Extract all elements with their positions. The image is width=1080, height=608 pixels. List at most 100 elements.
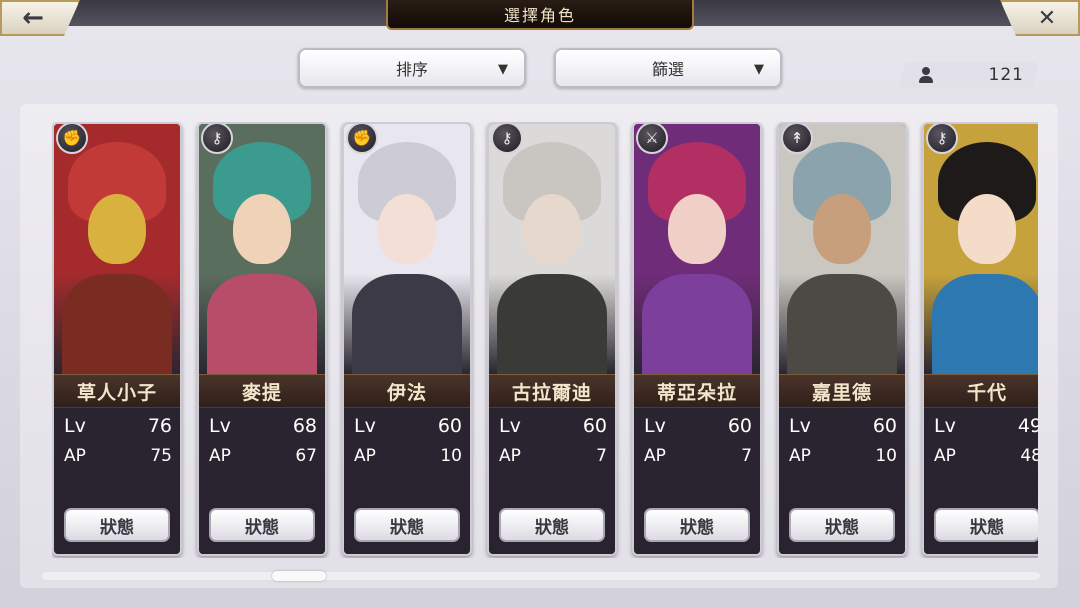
level-row: Lv 68 xyxy=(209,414,317,438)
character-card[interactable]: ↟ 嘉里德 Lv 60 AP 10 狀態 xyxy=(777,122,907,556)
key-icon: ⚷ xyxy=(926,124,958,154)
portrait-face xyxy=(958,194,1016,264)
level-label: Lv xyxy=(64,415,86,437)
portrait-face xyxy=(668,194,726,264)
fist-icon: ✊ xyxy=(56,124,88,154)
status-button[interactable]: 狀態 xyxy=(789,508,895,542)
character-name: 麥提 xyxy=(199,374,325,408)
character-portrait[interactable] xyxy=(489,124,615,374)
portrait-body xyxy=(642,274,752,374)
ap-label: AP xyxy=(64,446,86,466)
ap-label: AP xyxy=(499,446,521,466)
character-card[interactable]: ⚷ 千代 Lv 49 AP 48 狀態 xyxy=(922,122,1038,556)
page-title: 選擇角色 xyxy=(386,0,694,30)
ap-row: AP 7 xyxy=(499,444,607,468)
ap-row: AP 7 xyxy=(644,444,752,468)
character-portrait[interactable] xyxy=(54,124,180,374)
character-portrait[interactable] xyxy=(344,124,470,374)
horizontal-scrollbar[interactable] xyxy=(42,572,1040,580)
level-label: Lv xyxy=(209,415,231,437)
level-label: Lv xyxy=(499,415,521,437)
level-label: Lv xyxy=(789,415,811,437)
character-portrait[interactable] xyxy=(199,124,325,374)
level-label: Lv xyxy=(644,415,666,437)
status-button[interactable]: 狀態 xyxy=(64,508,170,542)
ap-label: AP xyxy=(934,446,956,466)
character-portrait[interactable] xyxy=(634,124,760,374)
character-portrait[interactable] xyxy=(924,124,1038,374)
chevron-down-icon: ▼ xyxy=(498,62,508,77)
character-count: 121 xyxy=(910,62,1030,88)
sort-dropdown[interactable]: 排序 ▼ xyxy=(298,48,526,88)
level-value: 49 xyxy=(1017,415,1038,437)
status-button[interactable]: 狀態 xyxy=(934,508,1038,542)
character-name: 千代 xyxy=(924,374,1038,408)
back-button[interactable]: ← xyxy=(0,0,80,36)
level-value: 76 xyxy=(147,415,172,437)
character-name: 草人小子 xyxy=(54,374,180,408)
status-button[interactable]: 狀態 xyxy=(499,508,605,542)
ap-label: AP xyxy=(789,446,811,466)
chevron-down-icon: ▼ xyxy=(754,62,764,77)
sword-icon: ⚔ xyxy=(636,124,668,154)
scrollbar-thumb[interactable] xyxy=(272,571,326,581)
ap-value: 67 xyxy=(295,446,317,466)
portrait-body xyxy=(62,274,172,374)
level-value: 60 xyxy=(727,415,752,437)
key-icon: ⚷ xyxy=(201,124,233,154)
ap-value: 7 xyxy=(741,446,752,466)
level-value: 60 xyxy=(582,415,607,437)
character-portrait[interactable] xyxy=(779,124,905,374)
filter-dropdown[interactable]: 篩選 ▼ xyxy=(554,48,782,88)
ap-row: AP 48 xyxy=(934,444,1038,468)
filter-label: 篩選 xyxy=(651,60,684,79)
character-card[interactable]: ⚷ 古拉爾迪 Lv 60 AP 7 狀態 xyxy=(487,122,617,556)
person-icon xyxy=(918,66,934,84)
ap-value: 75 xyxy=(150,446,172,466)
level-row: Lv 60 xyxy=(789,414,897,438)
sort-label: 排序 xyxy=(395,60,428,79)
character-name: 古拉爾迪 xyxy=(489,374,615,408)
character-count-value: 121 xyxy=(988,65,1024,85)
level-row: Lv 60 xyxy=(644,414,752,438)
portrait-face xyxy=(233,194,291,264)
ap-label: AP xyxy=(209,446,231,466)
level-value: 60 xyxy=(872,415,897,437)
portrait-body xyxy=(932,274,1038,374)
level-value: 60 xyxy=(437,415,462,437)
portrait-body xyxy=(787,274,897,374)
level-label: Lv xyxy=(354,415,376,437)
character-card[interactable]: ⚔ 蒂亞朵拉 Lv 60 AP 7 狀態 xyxy=(632,122,762,556)
level-row: Lv 49 xyxy=(934,414,1038,438)
ap-value: 7 xyxy=(596,446,607,466)
portrait-face xyxy=(88,194,146,264)
key-icon: ⚷ xyxy=(491,124,523,154)
close-button[interactable]: ✕ xyxy=(1000,0,1080,36)
level-row: Lv 60 xyxy=(499,414,607,438)
status-button[interactable]: 狀態 xyxy=(209,508,315,542)
page-title-text: 選擇角色 xyxy=(503,6,576,25)
ap-row: AP 10 xyxy=(789,444,897,468)
level-row: Lv 60 xyxy=(354,414,462,438)
character-card[interactable]: ✊ 草人小子 Lv 76 AP 75 狀態 xyxy=(52,122,182,556)
portrait-body xyxy=(207,274,317,374)
portrait-body xyxy=(352,274,462,374)
ap-value: 10 xyxy=(440,446,462,466)
ap-label: AP xyxy=(354,446,376,466)
ap-row: AP 10 xyxy=(354,444,462,468)
character-list[interactable]: ✊ 草人小子 Lv 76 AP 75 狀態 ⚷ 麥提 Lv 68 AP 67 狀… xyxy=(52,122,1038,558)
ap-value: 10 xyxy=(875,446,897,466)
character-card[interactable]: ⚷ 麥提 Lv 68 AP 67 狀態 xyxy=(197,122,327,556)
level-row: Lv 76 xyxy=(64,414,172,438)
level-label: Lv xyxy=(934,415,956,437)
back-arrow-icon: ← xyxy=(22,3,44,33)
status-button[interactable]: 狀態 xyxy=(644,508,750,542)
fist-icon: ✊ xyxy=(346,124,378,154)
character-card[interactable]: ✊ 伊法 Lv 60 AP 10 狀態 xyxy=(342,122,472,556)
character-name: 嘉里德 xyxy=(779,374,905,408)
character-name: 蒂亞朵拉 xyxy=(634,374,760,408)
level-value: 68 xyxy=(292,415,317,437)
ap-label: AP xyxy=(644,446,666,466)
ap-row: AP 67 xyxy=(209,444,317,468)
status-button[interactable]: 狀態 xyxy=(354,508,460,542)
